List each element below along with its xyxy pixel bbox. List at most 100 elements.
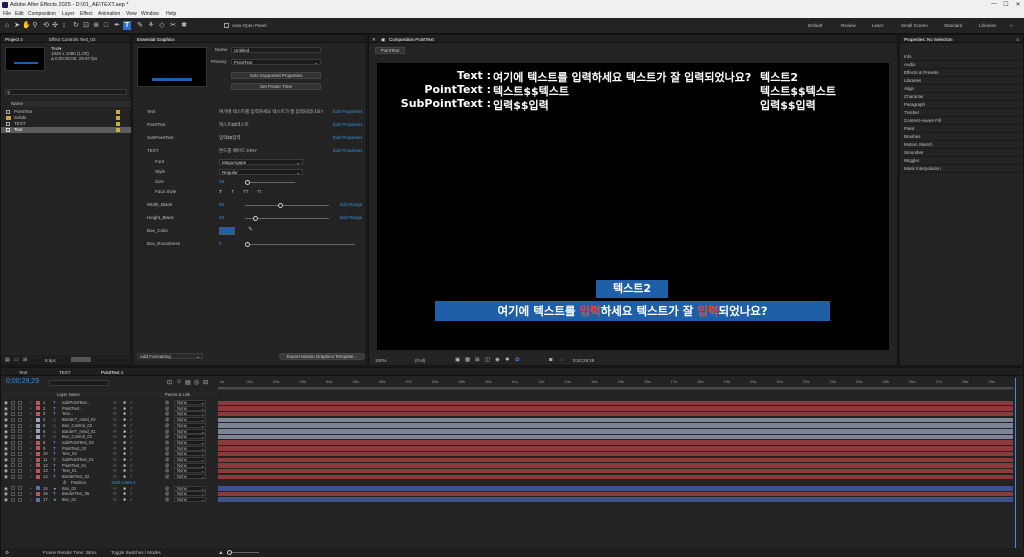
faux-italic-button[interactable]: T [231, 189, 234, 195]
layer-row[interactable]: ◉ › 16 T BorderText_05 ⚇ ✱ ⁄ @ None ⌄ [1, 491, 217, 497]
timeline-tab-test[interactable]: TEST [59, 370, 71, 375]
property-subpointtext-value[interactable]: 입력$$입력 [219, 135, 241, 141]
solo-toggle[interactable] [11, 474, 15, 479]
layer-row[interactable]: ◉ › 17 ★ Box_01 ⚇ ✱ ⁄ @ None ⌄ [1, 496, 217, 503]
size-slider-track[interactable] [245, 182, 295, 183]
size-slider-knob[interactable] [245, 179, 250, 185]
layer-duration-bar[interactable] [218, 423, 1013, 428]
parent-pickwhip-icon[interactable]: @ [165, 463, 169, 469]
expand-chevron-icon[interactable]: › [30, 440, 32, 446]
lock-toggle[interactable] [18, 469, 22, 474]
label-color-chip[interactable] [36, 412, 40, 417]
quality-switch-icon[interactable]: ⁄ [131, 497, 132, 503]
fx-switch-icon[interactable]: ✱ [123, 423, 127, 429]
parent-pickwhip-icon[interactable]: @ [165, 411, 169, 417]
eye-icon[interactable]: ◉ [4, 463, 8, 469]
solo-toggle[interactable] [11, 463, 15, 468]
quality-switch-icon[interactable]: ⁄ [131, 406, 132, 412]
camera-tool-icon[interactable]: ⊡ [82, 21, 90, 30]
trash-icon[interactable] [71, 357, 91, 362]
height-blank-value[interactable]: 20 [219, 215, 224, 221]
expand-chevron-icon[interactable]: › [30, 474, 32, 480]
expand-chevron-icon[interactable]: › [30, 497, 32, 503]
close-button[interactable]: ✕ [1012, 1, 1024, 8]
menu-layer[interactable]: Layer [62, 11, 75, 17]
column-parent[interactable]: Parent & Link [165, 392, 190, 398]
lock-toggle[interactable] [18, 440, 22, 445]
zoom-select[interactable]: 100% [375, 358, 387, 363]
timeline-search-input[interactable] [49, 380, 109, 386]
column-layer-name[interactable]: Layer Name [57, 392, 80, 398]
property-row[interactable]: ⏱ Position 1920.0,960.0 [1, 480, 217, 486]
label-color-chip[interactable] [36, 463, 40, 468]
label-color-chip[interactable] [36, 417, 40, 422]
box-roundness-slider-track[interactable] [245, 244, 355, 245]
tab-effect-controls[interactable]: Effect Controls Text_03 [49, 37, 95, 42]
project-search-input[interactable]: ⚲ [5, 89, 127, 95]
layer-name[interactable]: Text... [62, 411, 73, 417]
height-blank-slider-knob[interactable] [253, 215, 258, 221]
fx-switch-icon[interactable]: ✱ [123, 451, 127, 457]
box-roundness-slider-knob[interactable] [245, 241, 250, 247]
tab-essential-graphics[interactable]: Essential Graphics [137, 37, 175, 42]
eye-icon[interactable]: ◉ [4, 486, 8, 492]
lock-toggle[interactable] [18, 497, 22, 502]
property-textgroup-value[interactable]: 본드를 베이드 DRIY [219, 148, 257, 154]
edit-properties-link-text[interactable]: Edit Properties [333, 109, 363, 115]
expand-chevron-icon[interactable]: › [30, 457, 32, 463]
solo-toggle[interactable] [11, 429, 15, 434]
panel-menu-icon[interactable]: ≡ [1016, 37, 1019, 42]
eye-icon[interactable]: ◉ [4, 411, 8, 417]
maximize-button[interactable]: ☐ [1000, 1, 1012, 8]
eye-icon[interactable]: ◉ [4, 429, 8, 435]
expand-chevron-icon[interactable]: › [30, 491, 32, 497]
shy-switch-icon[interactable]: ⚇ [113, 457, 117, 463]
stopwatch-icon[interactable]: ⏱ [63, 480, 66, 486]
layer-name[interactable]: PointText_01 [62, 463, 86, 469]
eye-icon[interactable]: ◉ [4, 491, 8, 497]
timeline-tab-pointtext[interactable]: PointText ≡ [101, 370, 123, 375]
quality-switch-icon[interactable]: ⁄ [131, 446, 132, 452]
menu-composition[interactable]: Composition [28, 11, 56, 17]
eye-icon[interactable]: ◉ [4, 400, 8, 406]
lock-toggle[interactable] [18, 400, 22, 405]
resolution-select[interactable]: (Full) [415, 358, 425, 363]
quality-switch-icon[interactable]: ⁄ [131, 451, 132, 457]
label-color-chip[interactable] [36, 434, 40, 439]
panel-brushes[interactable]: Brushes [900, 133, 1023, 141]
panel-motion-sketch[interactable]: Motion Sketch [900, 141, 1023, 149]
parent-pickwhip-icon[interactable]: @ [165, 406, 169, 412]
rotate-tool-icon[interactable]: ↻ [72, 21, 80, 30]
solo-toggle[interactable] [11, 423, 15, 428]
workspace-standard[interactable]: Standard [944, 23, 962, 28]
layer-name[interactable]: Text_03 [62, 451, 77, 457]
fx-switch-icon[interactable]: ✱ [123, 474, 127, 480]
new-comp-icon[interactable]: ⊞ [23, 357, 27, 363]
parent-pickwhip-icon[interactable]: @ [165, 446, 169, 452]
fx-switch-icon[interactable]: ✱ [123, 411, 127, 417]
lock-toggle[interactable] [18, 417, 22, 422]
expand-chevron-icon[interactable]: › [30, 446, 32, 452]
lock-toggle[interactable] [18, 463, 22, 468]
frame-blend-icon[interactable]: ▤ [185, 379, 191, 386]
show-snapshot-icon[interactable]: ◌ [560, 357, 563, 363]
project-item-text[interactable]: Text [1, 127, 131, 133]
workspace-default[interactable]: Default [808, 23, 822, 28]
eye-icon[interactable]: ◉ [4, 474, 8, 480]
box-roundness-value[interactable]: 0 [219, 241, 222, 247]
layer-duration-bar[interactable] [218, 463, 1013, 468]
width-blank-value[interactable]: 80 [219, 202, 224, 208]
small-caps-button[interactable]: Tт [257, 189, 262, 195]
quality-switch-icon[interactable]: ⁄ [131, 400, 132, 406]
fx-switch-icon[interactable]: ✱ [123, 446, 127, 452]
layer-row[interactable]: ◉ › 10 T Text_03 ⚇ ✱ ⁄ @ None ⌄ [1, 451, 217, 457]
expand-chevron-icon[interactable]: › [30, 468, 32, 474]
shy-switch-icon[interactable]: ⚇ [113, 429, 117, 435]
lock-toggle[interactable] [18, 434, 22, 439]
fx-switch-icon[interactable]: ✱ [123, 406, 127, 412]
layer-duration-bar[interactable] [218, 446, 1013, 451]
lock-toggle[interactable] [18, 491, 22, 496]
pan-tool-icon[interactable]: ✣ [51, 21, 59, 30]
solo-toggle[interactable] [11, 452, 15, 457]
width-blank-slider-knob[interactable] [278, 202, 283, 208]
